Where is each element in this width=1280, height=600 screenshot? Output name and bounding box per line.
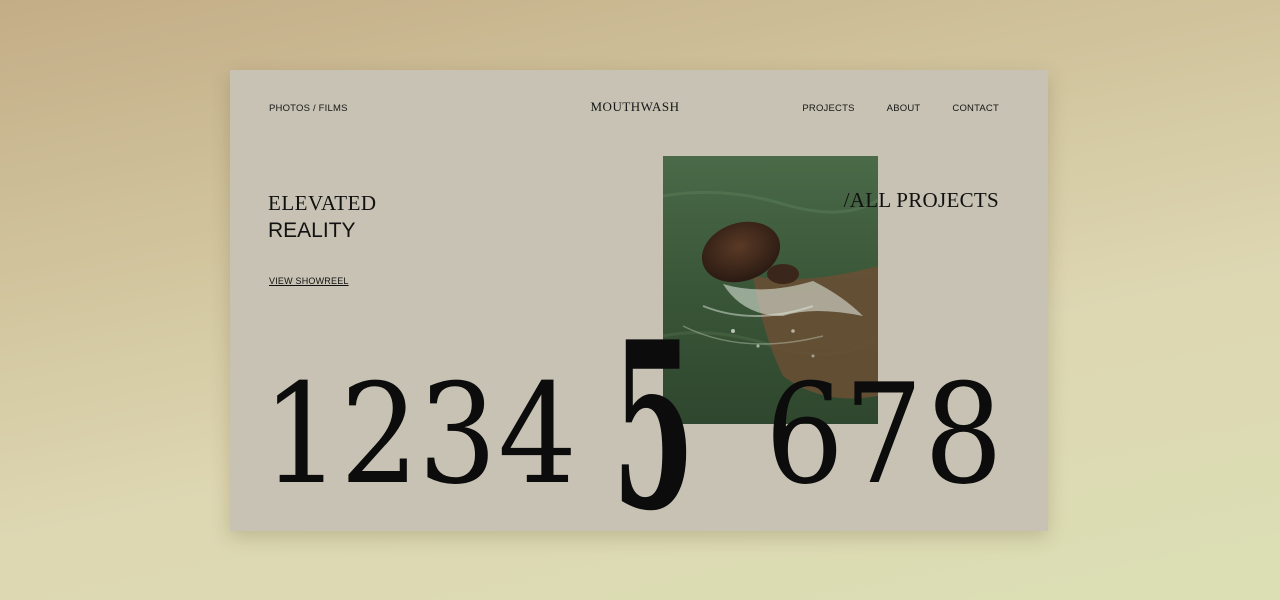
website-preview-card: PHOTOS / FILMS MOUTHWASH PROJECTS ABOUT … — [230, 70, 1048, 531]
project-number-4[interactable]: 4 — [498, 366, 577, 504]
project-number-2[interactable]: 2 — [340, 366, 419, 504]
project-number-3[interactable]: 3 — [418, 366, 497, 504]
project-number-slider: 1 2 3 4 5 6 7 8 — [230, 70, 1048, 531]
project-number-6[interactable]: 6 — [765, 366, 844, 504]
project-number-1[interactable]: 1 — [262, 366, 341, 504]
project-number-7[interactable]: 7 — [844, 366, 923, 504]
project-number-5-active[interactable]: 5 — [612, 312, 695, 531]
project-number-8[interactable]: 8 — [924, 366, 1003, 504]
